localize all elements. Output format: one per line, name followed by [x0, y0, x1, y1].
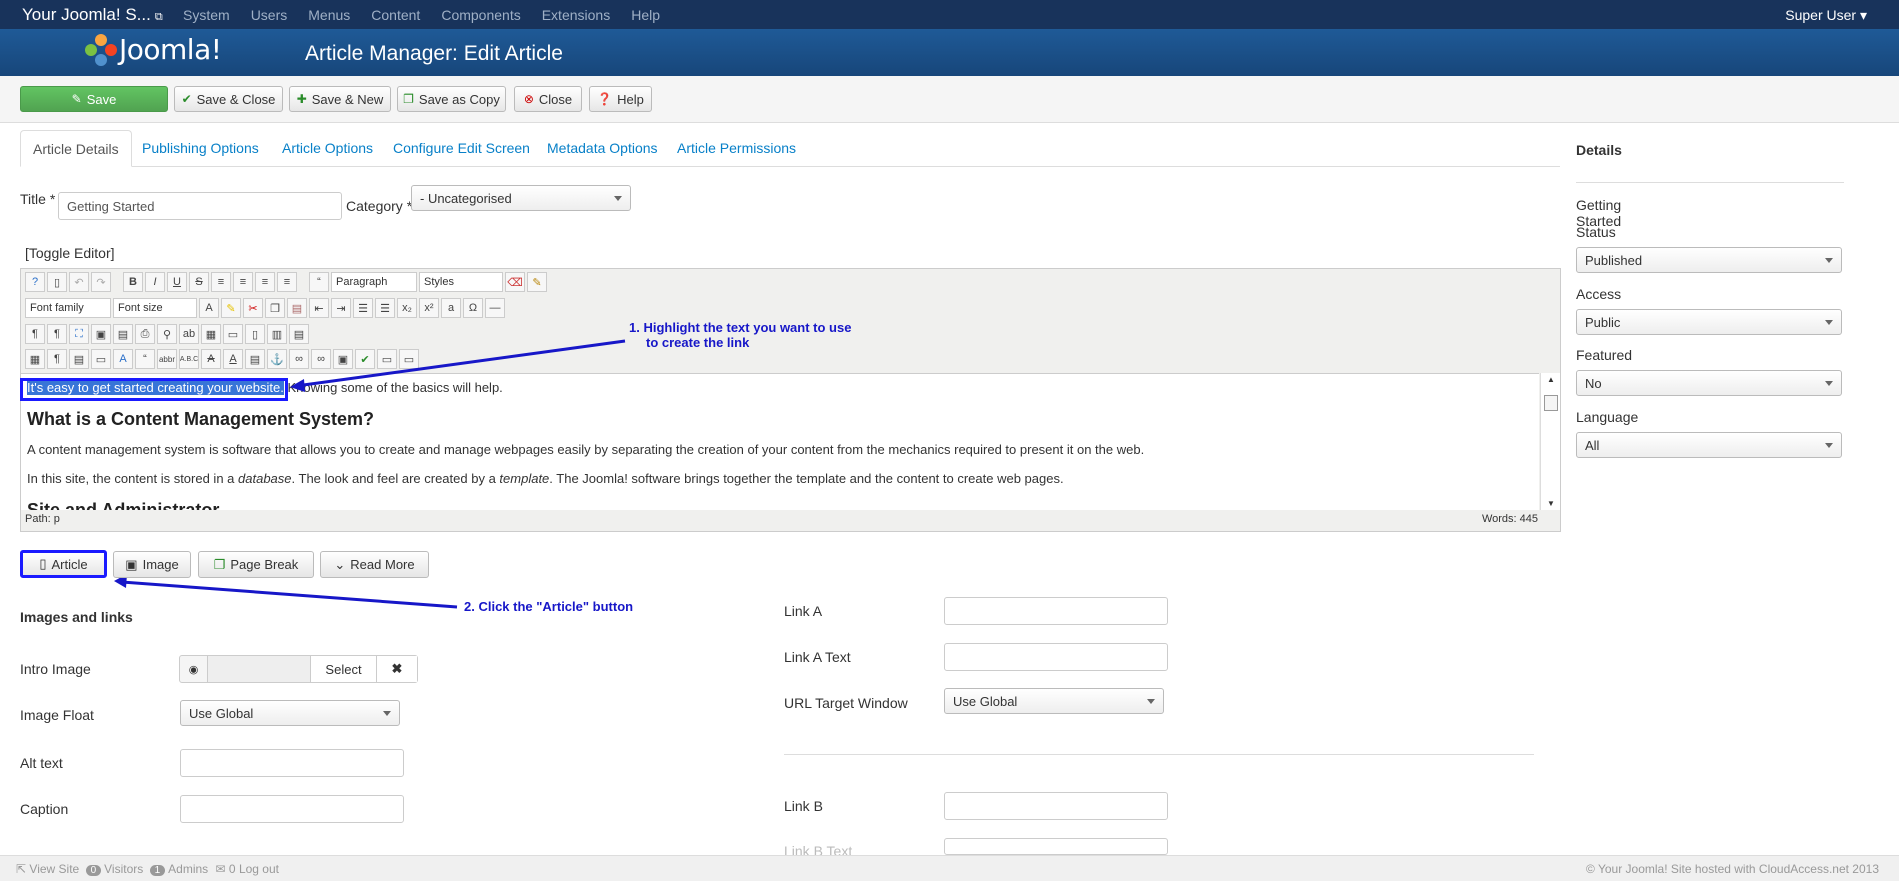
intro-image-field: ◉ Select ✖ [179, 655, 418, 683]
picture-icon: ▣ [125, 556, 138, 572]
link-a-input[interactable] [944, 597, 1168, 625]
view-site-link[interactable]: ⇱ View Site [16, 862, 79, 876]
image-float-select[interactable]: Use Global [180, 700, 400, 726]
read-more-button[interactable]: ⌄ Read More [320, 551, 429, 578]
image-label: Image [142, 557, 179, 572]
logout-link[interactable]: Log out [239, 862, 279, 876]
arrow-1-head [290, 379, 305, 392]
language-select[interactable]: All [1576, 432, 1842, 458]
caption-label: Caption [20, 801, 69, 817]
copyright-text: © Your Joomla! Site hosted with CloudAcc… [1585, 862, 1879, 876]
visitors-badge: 0 [85, 865, 102, 876]
admins-label: Admins [168, 862, 209, 876]
link-a-label: Link A [784, 603, 823, 619]
select-image-button[interactable]: Select [311, 656, 377, 682]
clear-image-icon[interactable]: ✖ [377, 656, 417, 682]
access-label: Access [1576, 286, 1622, 302]
featured-label: Featured [1576, 347, 1633, 363]
envelope-icon: ✉ [215, 862, 226, 876]
arrow-2-line [121, 580, 458, 609]
article-button[interactable]: ▯ Article [20, 550, 107, 578]
details-heading: Details [1576, 142, 1844, 183]
image-float-label: Image Float [20, 707, 94, 723]
read-more-label: Read More [350, 557, 415, 572]
caption-input[interactable] [180, 795, 404, 823]
article-icon: ▯ [39, 556, 47, 571]
page-break-button[interactable]: ❐ Page Break [198, 551, 314, 578]
view-site-label: View Site [29, 862, 80, 876]
copy-icon: ❐ [213, 556, 226, 572]
chevron-down-icon: ⌄ [334, 556, 346, 572]
alt-text-input[interactable] [180, 749, 404, 777]
link-b-text-input[interactable] [944, 838, 1168, 855]
divider [784, 754, 1534, 755]
eye-icon[interactable]: ◉ [180, 656, 208, 682]
alt-text-label: Alt text [20, 755, 63, 771]
footer-left: ⇱ View Site 0 Visitors 1 Admins ✉ 0 Log ou… [16, 862, 279, 876]
annotation-step-2: 2. Click the "Article" button [464, 599, 634, 614]
external-link-icon: ⇱ [16, 862, 27, 876]
arrow-1-line [295, 339, 626, 388]
status-select[interactable]: Published [1576, 247, 1842, 273]
access-select[interactable]: Public [1576, 309, 1842, 335]
language-label: Language [1576, 409, 1639, 425]
admins-badge: 1 [149, 865, 166, 876]
article-label: Article [51, 556, 88, 572]
status-footer: ⇱ View Site 0 Visitors 1 Admins ✉ 0 Log ou… [0, 855, 1899, 881]
featured-select[interactable]: No [1576, 370, 1842, 396]
images-links-heading: Images and links [20, 609, 133, 625]
link-a-text-input[interactable] [944, 643, 1168, 671]
intro-image-label: Intro Image [20, 661, 91, 677]
page-break-label: Page Break [230, 557, 299, 572]
visitors-label: Visitors [104, 862, 144, 876]
image-button[interactable]: ▣ Image [113, 551, 191, 578]
url-target-select[interactable]: Use Global [944, 688, 1164, 714]
intro-image-input[interactable] [208, 656, 311, 682]
status-label: Status [1576, 224, 1616, 240]
logout-count: 0 [228, 862, 236, 876]
url-target-label: URL Target Window [784, 695, 908, 711]
link-b-label: Link B [784, 798, 823, 814]
link-b-input[interactable] [944, 792, 1168, 820]
link-a-text-label: Link A Text [784, 649, 851, 665]
